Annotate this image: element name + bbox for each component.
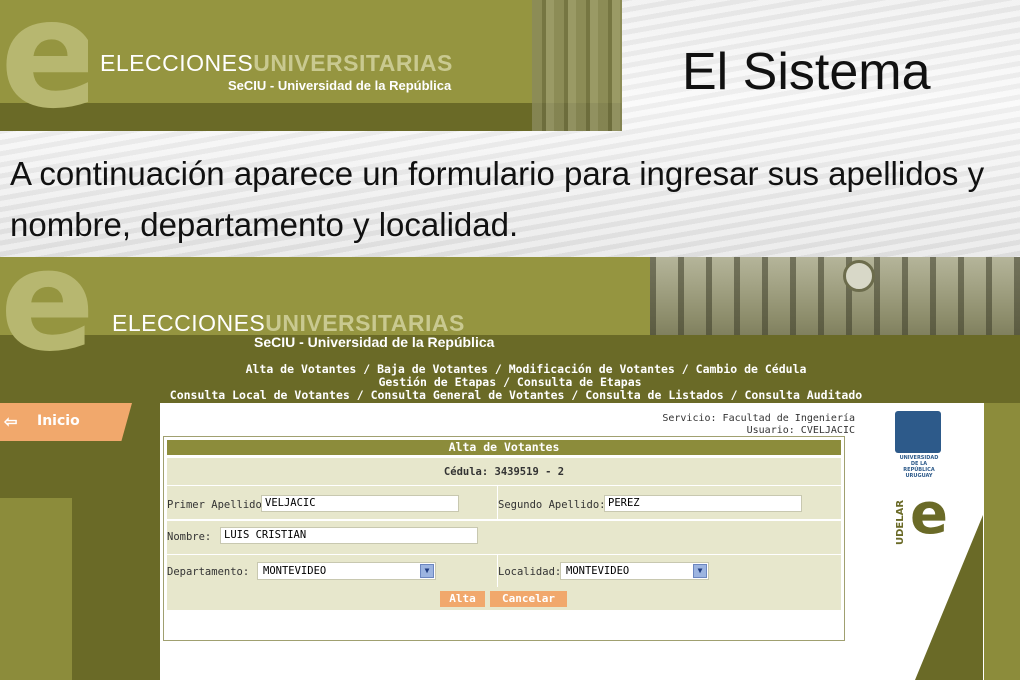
session-info: Servicio: Facultad de Ingeniería Usuario… <box>640 413 855 437</box>
nav-line-3: Consulta Local de Votantes / Consulta Ge… <box>169 388 863 402</box>
cancelar-button[interactable]: Cancelar <box>490 591 567 607</box>
top-brand-banner: e ELECCIONESUNIVERSITARIAS SeCIU - Unive… <box>0 0 622 131</box>
udelar-seal-text: UNIVERSIDAD DE LA REPÚBLICA URUGUAY <box>899 455 939 479</box>
udelar-e-letter: e <box>910 482 948 547</box>
nombre-label: Nombre: <box>167 531 212 543</box>
building-photo <box>532 0 622 131</box>
nav-modificacion-votantes[interactable]: Modificación de Votantes <box>509 362 675 376</box>
nav-line-2: Gestión de Etapas / Consulta de Etapas <box>378 375 642 389</box>
alta-button[interactable]: Alta <box>440 591 485 607</box>
apellidos-row: Primer Apellido: VELJACIC Segundo Apelli… <box>167 486 841 519</box>
chevron-down-icon[interactable]: ▼ <box>420 564 434 578</box>
clock-icon <box>843 260 875 292</box>
brand-title: ELECCIONESUNIVERSITARIAS <box>100 50 453 76</box>
primer-apellido-label: Primer Apellido: <box>167 499 269 511</box>
nombre-row: Nombre: LUIS CRISTIAN <box>167 521 841 554</box>
slide-title: El Sistema <box>682 43 931 101</box>
alta-votantes-form: Alta de Votantes Cédula: 3439519 - 2 Pri… <box>163 436 845 641</box>
nav-consulta-general[interactable]: Consulta General de Votantes <box>371 388 565 402</box>
nav-consulta-etapas[interactable]: Consulta de Etapas <box>517 375 642 389</box>
elecciones-e-logo: e <box>0 0 88 125</box>
back-arrow-icon: ⇦ <box>4 414 18 431</box>
nombre-field[interactable]: LUIS CRISTIAN <box>220 527 478 544</box>
primer-apellido-field[interactable]: VELJACIC <box>261 495 459 512</box>
departamento-select[interactable]: MONTEVIDEO ▼ <box>257 562 436 580</box>
main-nav: Alta de Votantes / Baja de Votantes / Mo… <box>0 361 1020 403</box>
slide-description: A continuación aparece un formulario par… <box>10 155 985 243</box>
app-brand-subtitle: SeCIU - Universidad de la República <box>254 334 495 350</box>
localidad-label: Localidad: <box>498 566 562 578</box>
ubicacion-row: Departamento: MONTEVIDEO ▼ Localidad: MO… <box>167 555 841 587</box>
app-brand-title: ELECCIONESUNIVERSITARIAS <box>112 310 465 336</box>
app-header: e ELECCIONESUNIVERSITARIAS SeCIU - Unive… <box>0 257 1020 361</box>
localidad-select[interactable]: MONTEVIDEO ▼ <box>560 562 709 580</box>
nav-consulta-auditado[interactable]: Consulta Auditado <box>745 388 863 402</box>
nav-consulta-listados[interactable]: Consulta de Listados <box>585 388 723 402</box>
service-line: Servicio: Facultad de Ingeniería <box>662 413 855 424</box>
nav-gestion-etapas[interactable]: Gestión de Etapas <box>378 375 496 389</box>
elecciones-e-logo: e <box>0 257 95 361</box>
udelar-seal: UNIVERSIDAD DE LA REPÚBLICA URUGUAY <box>895 411 943 487</box>
udelar-vertical-text: UDELAR <box>895 499 906 545</box>
cedula-display: Cédula: 3439519 - 2 <box>443 466 565 478</box>
departamento-label: Departamento: <box>167 566 250 578</box>
cedula-value: 3439519 - 2 <box>494 466 565 478</box>
udelar-seal-icon <box>895 411 941 453</box>
chevron-down-icon[interactable]: ▼ <box>693 564 707 578</box>
inicio-button[interactable]: ⇦ Inicio <box>0 403 132 441</box>
nav-baja-votantes[interactable]: Baja de Votantes <box>377 362 488 376</box>
header-band <box>0 335 1020 361</box>
nav-alta-votantes[interactable]: Alta de Votantes <box>246 362 357 376</box>
nav-cambio-cedula[interactable]: Cambio de Cédula <box>696 362 807 376</box>
inicio-label: Inicio <box>37 413 80 429</box>
right-decoration-strip <box>984 403 1020 680</box>
app-screenshot: e ELECCIONESUNIVERSITARIAS SeCIU - Unive… <box>0 257 1020 680</box>
nav-consulta-local[interactable]: Consulta Local de Votantes <box>170 388 350 402</box>
nav-line-1: Alta de Votantes / Baja de Votantes / Mo… <box>245 362 807 376</box>
cedula-row: Cédula: 3439519 - 2 <box>167 458 841 485</box>
segundo-apellido-label: Segundo Apellido: <box>498 499 606 511</box>
segundo-apellido-field[interactable]: PEREZ <box>604 495 802 512</box>
form-title: Alta de Votantes <box>167 440 841 455</box>
udelar-logo: UDELAR e <box>895 485 950 547</box>
actions-row: Alta Cancelar <box>167 587 841 610</box>
brand-subtitle: SeCIU - Universidad de la República <box>228 78 452 93</box>
left-decoration <box>0 403 160 680</box>
